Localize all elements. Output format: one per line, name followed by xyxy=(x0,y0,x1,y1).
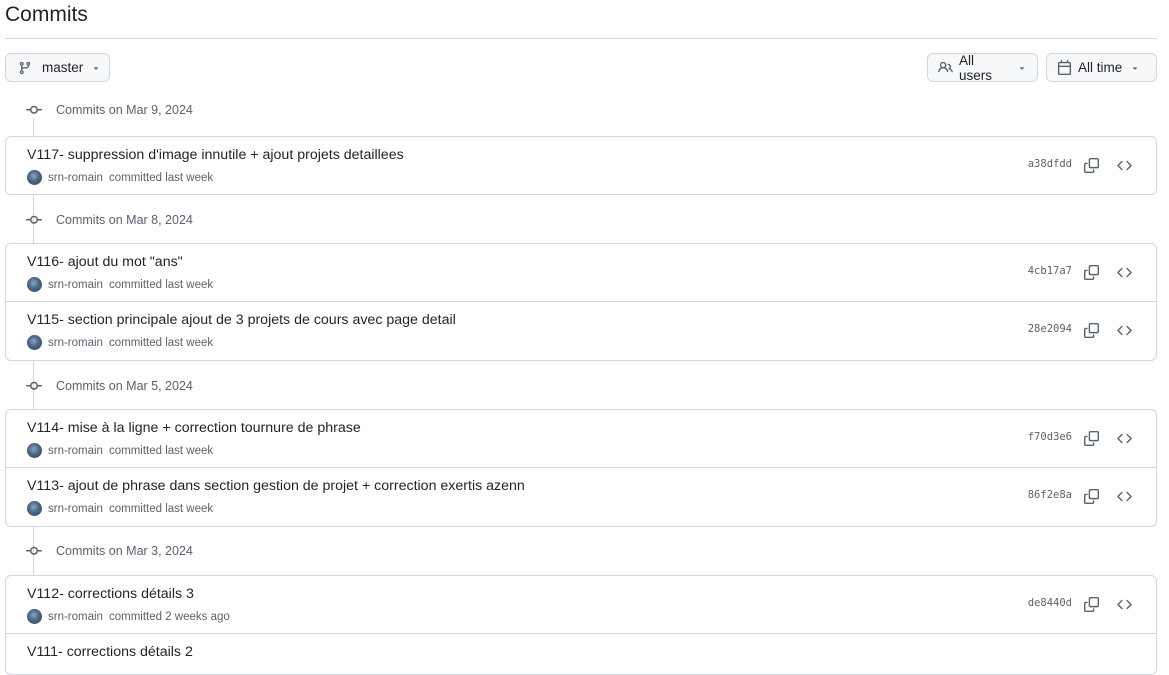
avatar[interactable] xyxy=(27,609,42,624)
commit-row: V116- ajout du mot "ans" srn-romain comm… xyxy=(6,244,1156,302)
commit-group-header: Commits on Mar 5, 2024 xyxy=(26,376,193,396)
commit-sha-link[interactable]: a38dfdd xyxy=(1028,158,1072,170)
commit-row: V113- ajout de phrase dans section gesti… xyxy=(6,468,1156,526)
commit-sha-link[interactable]: de8440d xyxy=(1028,597,1072,609)
branch-selector-button[interactable]: master xyxy=(5,53,110,82)
commit-sha-link[interactable]: f70d3e6 xyxy=(1028,431,1072,443)
code-icon[interactable] xyxy=(1114,486,1134,506)
commit-author-link[interactable]: srn-romain xyxy=(48,337,103,349)
users-filter-label: All users xyxy=(959,52,993,83)
commit-row: V117- suppression d'image innutile + ajo… xyxy=(6,137,1156,194)
commit-meta: srn-romain committed last week xyxy=(27,335,213,350)
commit-list: V112- corrections détails 3 srn-romain c… xyxy=(5,575,1157,675)
calendar-icon xyxy=(1057,60,1072,75)
avatar[interactable] xyxy=(27,443,42,458)
time-filter-button[interactable]: All time xyxy=(1046,53,1157,82)
git-commit-icon xyxy=(26,215,42,224)
copy-icon[interactable] xyxy=(1081,594,1101,614)
commit-list: V114- mise à la ligne + correction tourn… xyxy=(5,409,1157,527)
copy-icon[interactable] xyxy=(1081,428,1101,448)
commit-author-link[interactable]: srn-romain xyxy=(48,503,103,515)
commit-message-link[interactable]: V112- corrections détails 3 xyxy=(27,586,194,602)
avatar[interactable] xyxy=(27,335,42,350)
commit-author-link[interactable]: srn-romain xyxy=(48,445,103,457)
commit-group-header: Commits on Mar 3, 2024 xyxy=(26,541,193,561)
code-icon[interactable] xyxy=(1114,428,1134,448)
commit-time: committed last week xyxy=(108,502,214,515)
code-icon[interactable] xyxy=(1114,594,1134,614)
commit-group-date: Commits on Mar 9, 2024 xyxy=(56,103,193,117)
commit-sha-link[interactable]: 86f2e8a xyxy=(1028,489,1072,501)
avatar[interactable] xyxy=(27,277,42,292)
commit-time: committed last week xyxy=(108,278,214,291)
commit-group-date: Commits on Mar 5, 2024 xyxy=(56,379,193,393)
commit-message-link[interactable]: V113- ajout de phrase dans section gesti… xyxy=(27,478,525,494)
copy-icon[interactable] xyxy=(1081,155,1101,175)
git-branch-icon xyxy=(18,61,32,75)
commit-meta: srn-romain committed last week xyxy=(27,170,213,185)
avatar[interactable] xyxy=(27,170,42,185)
commit-row: V115- section principale ajout de 3 proj… xyxy=(6,302,1156,360)
commit-sha-link[interactable]: 28e2094 xyxy=(1028,323,1072,335)
commit-message-link[interactable]: V117- suppression d'image innutile + ajo… xyxy=(27,147,404,163)
code-icon[interactable] xyxy=(1114,320,1134,340)
caret-down-icon xyxy=(1130,63,1140,73)
copy-icon[interactable] xyxy=(1081,486,1101,506)
commit-group-date: Commits on Mar 3, 2024 xyxy=(56,544,193,558)
commit-group-header: Commits on Mar 8, 2024 xyxy=(26,210,193,230)
commit-group-header: Commits on Mar 9, 2024 xyxy=(26,100,193,120)
commit-author-link[interactable]: srn-romain xyxy=(48,172,103,184)
commit-message-link[interactable]: V116- ajout du mot "ans" xyxy=(27,254,183,270)
commit-meta: srn-romain committed last week xyxy=(27,501,213,516)
commit-sha-link[interactable]: 4cb17a7 xyxy=(1028,265,1072,277)
commit-time: committed last week xyxy=(108,171,214,184)
commit-author-link[interactable]: srn-romain xyxy=(48,611,103,623)
page-title: Commits xyxy=(5,3,88,26)
commit-meta: srn-romain committed 2 weeks ago xyxy=(27,609,230,624)
commit-message-link[interactable]: V115- section principale ajout de 3 proj… xyxy=(27,312,456,328)
commit-row: V111- corrections détails 2 xyxy=(6,634,1156,674)
git-commit-icon xyxy=(26,381,42,390)
commit-row: V114- mise à la ligne + correction tourn… xyxy=(6,410,1156,468)
git-commit-icon xyxy=(26,105,42,114)
people-icon xyxy=(938,60,953,75)
commit-list: V116- ajout du mot "ans" srn-romain comm… xyxy=(5,243,1157,361)
code-icon[interactable] xyxy=(1114,155,1134,175)
commit-time: committed last week xyxy=(108,444,214,457)
commit-meta: srn-romain committed last week xyxy=(27,443,213,458)
commit-time: committed 2 weeks ago xyxy=(108,610,230,623)
title-divider xyxy=(5,38,1157,39)
code-icon[interactable] xyxy=(1114,262,1134,282)
caret-down-icon xyxy=(1017,63,1027,73)
copy-icon[interactable] xyxy=(1081,262,1101,282)
commit-meta: srn-romain committed last week xyxy=(27,277,213,292)
commit-time: committed last week xyxy=(108,336,214,349)
caret-down-icon xyxy=(91,63,101,73)
branch-label: master xyxy=(42,60,84,75)
timeline-line xyxy=(33,118,34,136)
commit-message-link[interactable]: V114- mise à la ligne + correction tourn… xyxy=(27,420,361,436)
commit-list: V117- suppression d'image innutile + ajo… xyxy=(5,136,1157,195)
commit-row: V112- corrections détails 3 srn-romain c… xyxy=(6,576,1156,634)
commit-author-link[interactable]: srn-romain xyxy=(48,279,103,291)
copy-icon[interactable] xyxy=(1081,320,1101,340)
users-filter-button[interactable]: All users xyxy=(927,52,1038,83)
avatar[interactable] xyxy=(27,501,42,516)
git-commit-icon xyxy=(26,546,42,555)
time-filter-label: All time xyxy=(1078,60,1123,75)
commit-message-link[interactable]: V111- corrections détails 2 xyxy=(27,644,193,660)
commit-group-date: Commits on Mar 8, 2024 xyxy=(56,213,193,227)
